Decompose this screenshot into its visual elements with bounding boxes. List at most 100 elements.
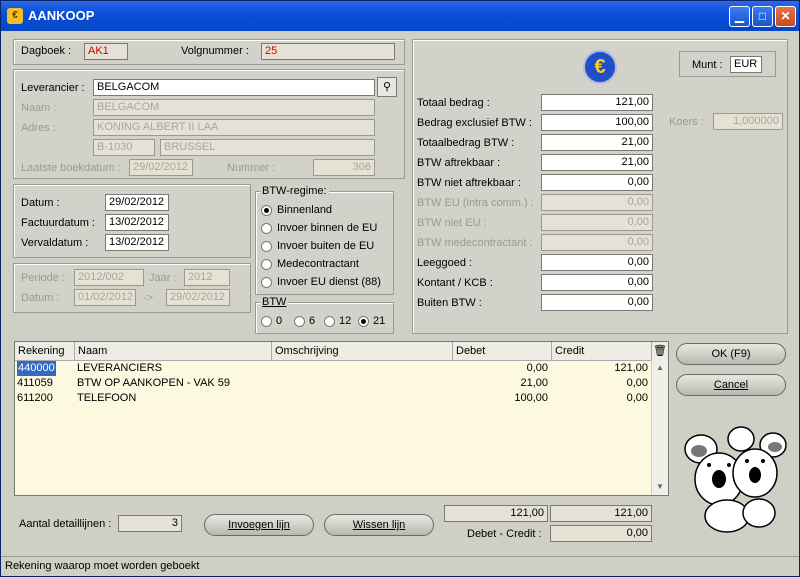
minimize-button[interactable]: ▁: [729, 6, 750, 27]
postcode-field: B-1030: [93, 139, 155, 156]
aantal-detaillijnen-label: Aantal detaillijnen :: [19, 518, 112, 530]
city-field: BRUSSEL: [160, 139, 375, 156]
btw-rate-radio-2[interactable]: [324, 316, 335, 327]
total-field[interactable]: 21,00: [541, 134, 653, 151]
btw-regime-group: BTW-regime: Binnenland Invoer binnen de E…: [255, 185, 394, 295]
col-omschrijving[interactable]: Omschrijving: [272, 342, 453, 360]
datum-field[interactable]: 29/02/2012: [105, 194, 169, 211]
table-header: Rekening Naam Omschrijving Debet Credit: [15, 342, 652, 361]
vervaldatum-field[interactable]: 13/02/2012: [105, 234, 169, 251]
total-field[interactable]: 0,00: [541, 294, 653, 311]
koala-mascot-icon: [684, 426, 787, 533]
table-row[interactable]: 440000 LEVERANCIERS 0,00 121,00: [15, 361, 652, 376]
cell-rekening[interactable]: 411059: [17, 376, 72, 391]
app-icon[interactable]: €: [7, 8, 23, 24]
search-button[interactable]: ⚲: [377, 77, 397, 97]
factuurdatum-field[interactable]: 13/02/2012: [105, 214, 169, 231]
adres-field: KONING ALBERT II LAA: [93, 119, 375, 136]
cell-credit[interactable]: 0,00: [552, 376, 648, 391]
aankoop-window: € AANKOOP ▁ □ ✕ Dagboek : AK1 Volgnummer…: [0, 0, 800, 577]
col-debet[interactable]: Debet: [453, 342, 552, 360]
cell-naam[interactable]: BTW OP AANKOPEN - VAK 59: [77, 376, 270, 391]
factuurdatum-label: Factuurdatum :: [21, 217, 95, 229]
btw-rate-radio-0[interactable]: [261, 316, 272, 327]
window-title: AANKOOP: [28, 8, 95, 23]
adres-label: Adres :: [21, 122, 56, 134]
koers-label: Koers :: [669, 116, 704, 128]
btw-regime-radio-4[interactable]: [261, 277, 272, 288]
periode-field: 2012/002: [74, 269, 144, 286]
munt-label: Munt :: [692, 59, 723, 71]
total-field[interactable]: 121,00: [541, 94, 653, 111]
cancel-button[interactable]: Cancel: [676, 374, 786, 396]
supplier-panel: Leverancier : BELGACOM ⚲ Naam : BELGACOM…: [13, 69, 405, 179]
total-field: 0,00: [541, 214, 653, 231]
maximize-icon: □: [758, 9, 767, 23]
total-field[interactable]: 0,00: [541, 254, 653, 271]
total-label: BTW medecontractant :: [417, 237, 533, 249]
cell-credit[interactable]: 0,00: [552, 391, 648, 406]
total-label: Totaalbedrag BTW :: [417, 137, 515, 149]
total-label: Bedrag exclusief BTW :: [417, 117, 532, 129]
wissen-lijn-button[interactable]: Wissen lijn: [324, 514, 434, 536]
close-icon: ✕: [780, 9, 791, 23]
btw-rate-option-label: 6: [309, 315, 316, 327]
scroll-up-icon[interactable]: ▲: [652, 360, 668, 376]
periode-label: Periode :: [21, 272, 66, 284]
cell-omschrijving[interactable]: [274, 391, 451, 406]
close-button[interactable]: ✕: [775, 6, 796, 27]
total-label: Totaal bedrag :: [417, 97, 490, 109]
btw-rate-radio-3[interactable]: [358, 316, 369, 327]
cell-omschrijving[interactable]: [274, 361, 451, 376]
cell-debet[interactable]: 21,00: [453, 376, 548, 391]
btw-regime-radio-3[interactable]: [261, 259, 272, 270]
laatste-boekdatum-label: Laatste boekdatum :: [21, 162, 121, 174]
search-icon: ⚲: [382, 81, 392, 93]
btw-regime-radio-1[interactable]: [261, 223, 272, 234]
totals-panel: € Munt : EUR Totaal bedrag : 121,00 Bedrag…: [412, 39, 788, 334]
cell-naam[interactable]: LEVERANCIERS: [77, 361, 270, 376]
total-field[interactable]: 100,00: [541, 114, 653, 131]
maximize-button[interactable]: □: [752, 6, 773, 27]
btw-regime-option-label: Binnenland: [277, 204, 333, 216]
title-bar[interactable]: € AANKOOP ▁ □ ✕: [1, 1, 799, 31]
cell-omschrijving[interactable]: [274, 376, 451, 391]
col-naam[interactable]: Naam: [75, 342, 272, 360]
btw-regime-radio-2[interactable]: [261, 241, 272, 252]
table-scrollbar[interactable]: ▲ ▼: [651, 360, 668, 495]
col-rekening[interactable]: Rekening: [15, 342, 75, 360]
btw-regime-radio-0[interactable]: [261, 205, 272, 216]
cell-debet[interactable]: 0,00: [453, 361, 548, 376]
cell-debet[interactable]: 100,00: [453, 391, 548, 406]
trash-icon: 🗑: [653, 345, 667, 357]
btw-regime-option-label: Invoer binnen de EU: [277, 222, 378, 234]
nummer-label: Nummer :: [227, 162, 276, 174]
btw-rate-title: BTW: [260, 296, 289, 308]
cell-credit[interactable]: 121,00: [552, 361, 648, 376]
leverancier-field[interactable]: BELGACOM: [93, 79, 375, 96]
col-credit[interactable]: Credit: [552, 342, 652, 360]
total-label: BTW niet aftrekbaar :: [417, 177, 521, 189]
ok-button[interactable]: OK (F9): [676, 343, 786, 365]
dagboek-field[interactable]: AK1: [84, 43, 128, 60]
minimize-icon: ▁: [734, 9, 745, 23]
volgnummer-field[interactable]: 25: [261, 43, 395, 60]
journal-lines-table[interactable]: Rekening Naam Omschrijving Debet Credit …: [14, 341, 669, 496]
munt-field[interactable]: EUR: [730, 56, 762, 73]
table-row[interactable]: 411059 BTW OP AANKOPEN - VAK 59 21,00 0,00: [15, 376, 652, 391]
total-field[interactable]: 0,00: [541, 174, 653, 191]
leverancier-label: Leverancier :: [21, 82, 85, 94]
invoegen-lijn-button[interactable]: Invoegen lijn: [204, 514, 314, 536]
euro-icon[interactable]: €: [583, 50, 617, 84]
scroll-down-icon[interactable]: ▼: [652, 479, 668, 495]
cell-rekening[interactable]: 440000: [17, 361, 56, 376]
cell-naam[interactable]: TELEFOON: [77, 391, 270, 406]
total-field[interactable]: 21,00: [541, 154, 653, 171]
btw-rate-radio-1[interactable]: [294, 316, 305, 327]
delete-row-button[interactable]: 🗑: [652, 342, 668, 361]
cell-rekening[interactable]: 611200: [17, 391, 72, 406]
period-panel: Periode : 2012/002 Jaar : 2012 Datum : 0…: [13, 263, 251, 313]
total-field[interactable]: 0,00: [541, 274, 653, 291]
empty-rows-area[interactable]: [15, 406, 652, 495]
table-row[interactable]: 611200 TELEFOON 100,00 0,00: [15, 391, 652, 406]
